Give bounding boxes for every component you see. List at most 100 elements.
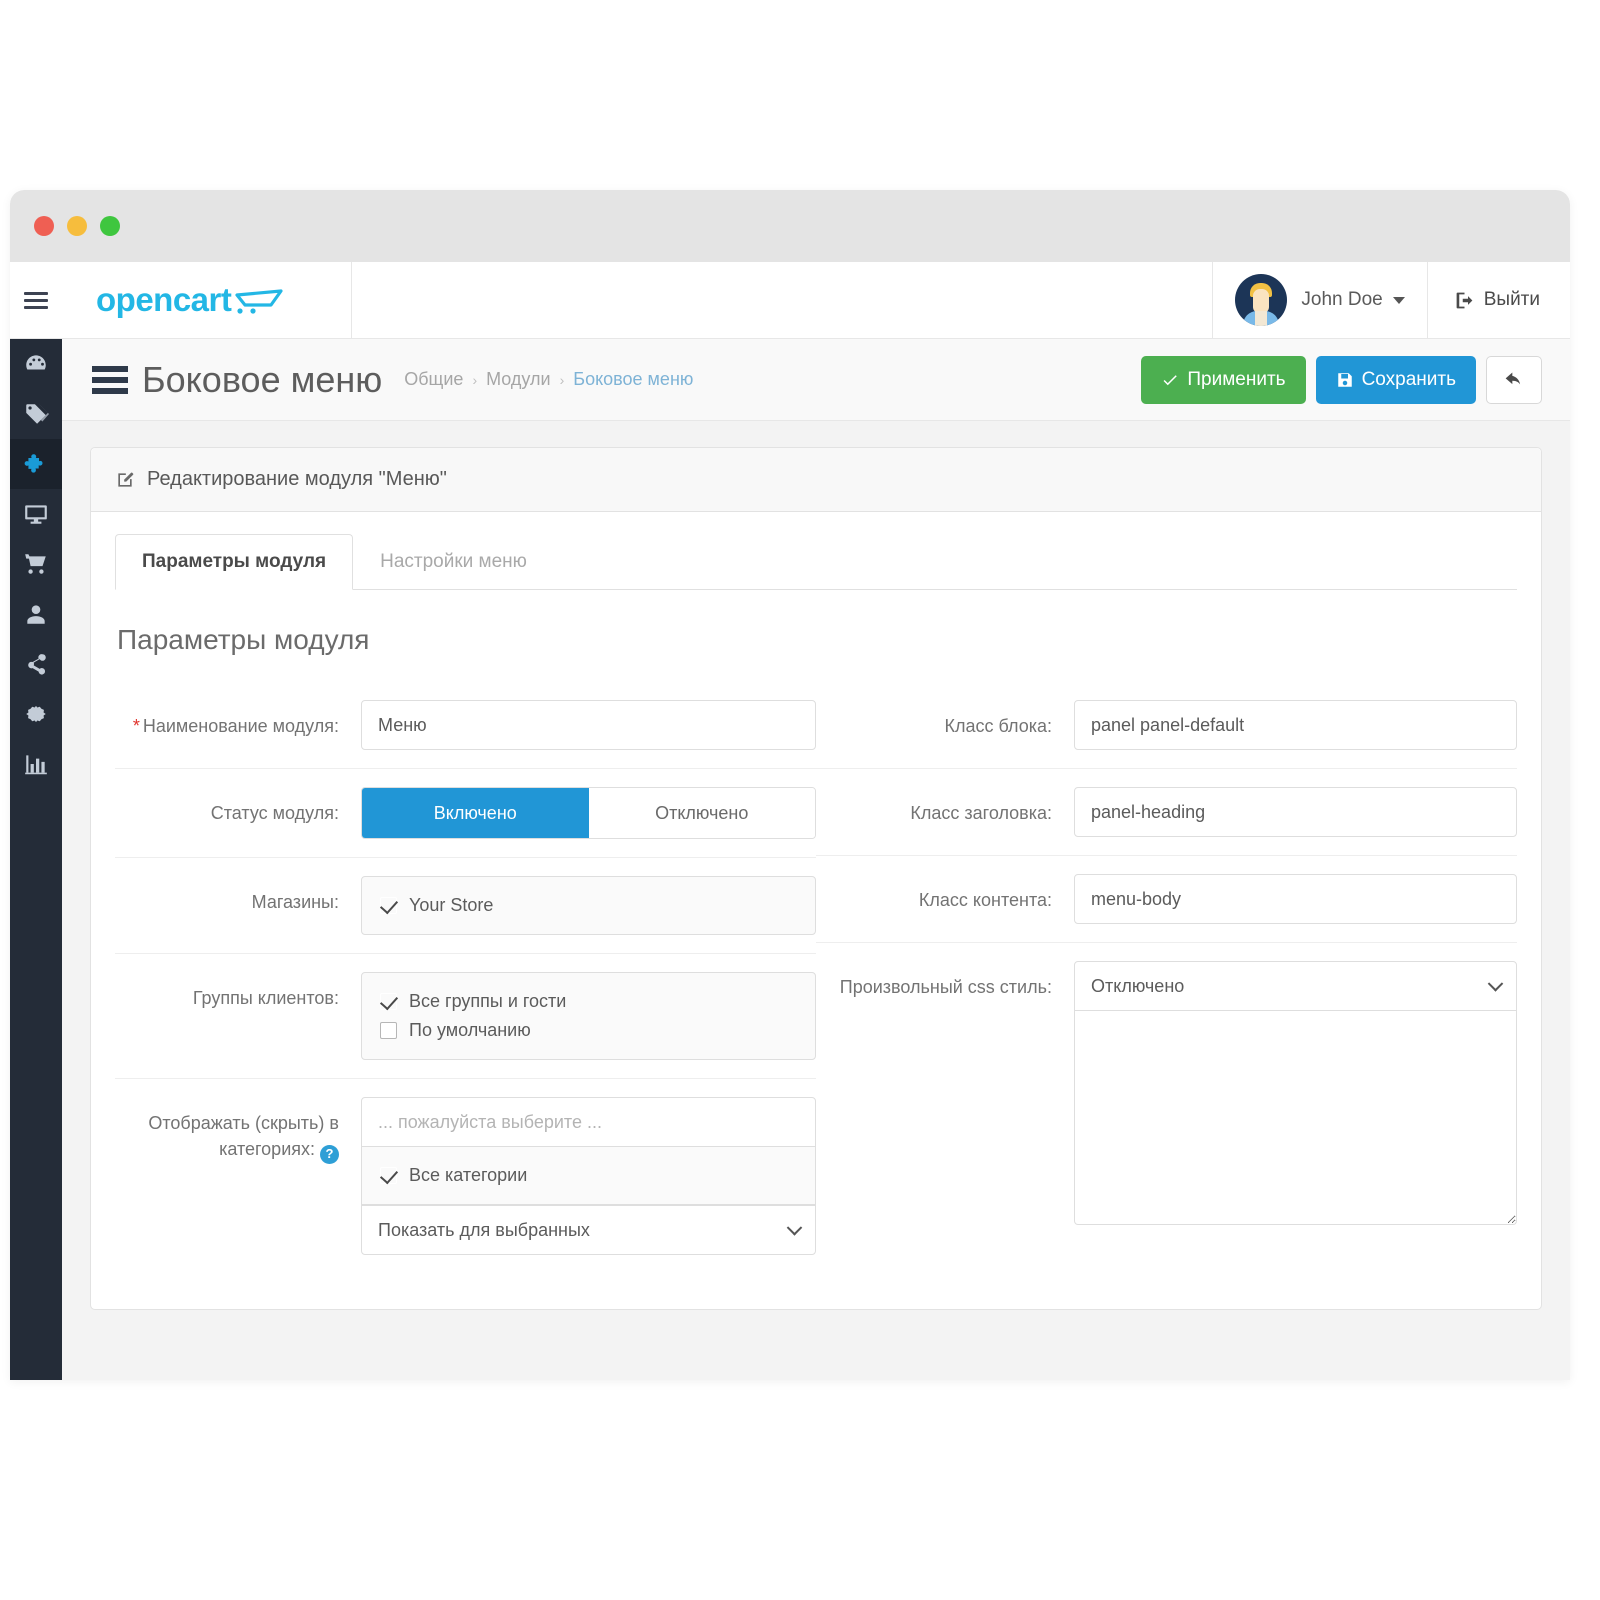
customer-groups-label: Группы клиентов: [192, 988, 339, 1008]
field-control: Все категории Показать для выбранных [361, 1097, 816, 1255]
field-control: Все группы и гости По умолчанию [361, 972, 816, 1060]
module-status-label: Статус модуля: [210, 803, 339, 823]
field-control [1074, 874, 1517, 924]
field-control [1074, 787, 1517, 837]
logout-label: Выйти [1483, 289, 1540, 310]
categories-checkbox-list: Все категории [361, 1147, 816, 1205]
status-option-enabled[interactable]: Включено [362, 788, 589, 838]
categories-label: Отображать (скрыть) в категориях:? [115, 1097, 361, 1165]
categories-label-line2: категориях: [219, 1139, 315, 1160]
custom-css-textarea[interactable] [1074, 1011, 1517, 1225]
categories-label-line1: Отображать (скрыть) в [148, 1113, 339, 1133]
shopping-cart-icon [25, 554, 46, 574]
categories-mode-select[interactable]: Показать для выбранных [361, 1205, 816, 1255]
checkbox-label: Все группы и гости [409, 991, 567, 1011]
share-icon [28, 654, 46, 675]
module-name-input[interactable] [361, 700, 816, 750]
field-module-status: Статус модуля: Включено Отключено [115, 768, 816, 857]
question-mark-icon[interactable]: ? [320, 1145, 339, 1165]
page-title: Боковое меню [142, 358, 383, 400]
field-stores: Магазины: Your Store [115, 857, 816, 953]
brand-logo[interactable]: opencart [62, 262, 352, 338]
floppy-disk-icon [1337, 372, 1352, 387]
custom-css-label: Произвольный css стиль: [839, 977, 1052, 997]
checkbox-icon [380, 1167, 397, 1184]
field-label: * Наименование модуля: [115, 700, 361, 739]
sidebar-item-customers[interactable] [10, 589, 62, 639]
user-icon [27, 605, 45, 624]
undo-arrow-icon [1505, 372, 1521, 384]
panel-wrapper: Редактирование модуля "Меню" Параметры м… [62, 421, 1570, 1310]
status-option-disabled[interactable]: Отключено [588, 788, 815, 838]
sidebar [10, 262, 62, 1380]
save-button[interactable]: Сохранить [1315, 355, 1476, 404]
sidebar-item-sales[interactable] [10, 539, 62, 589]
user-menu[interactable]: John Doe [1212, 262, 1426, 338]
breadcrumb-item-1[interactable]: Модули [486, 369, 550, 390]
heading-class-input[interactable] [1074, 787, 1517, 837]
field-customer-groups: Группы клиентов: Все группы и гости По у… [115, 953, 816, 1078]
sidebar-item-catalog[interactable] [10, 389, 62, 439]
tab-menu-settings[interactable]: Настройки меню [353, 534, 554, 590]
window-close-button[interactable] [34, 216, 54, 236]
sidebar-item-design[interactable] [10, 489, 62, 539]
sidebar-menu-toggle[interactable] [10, 262, 62, 339]
sidebar-item-marketing[interactable] [10, 639, 62, 689]
avatar [1235, 274, 1288, 326]
save-label: Сохранить [1361, 368, 1456, 390]
field-custom-css: Произвольный css стиль: Отключено [816, 942, 1517, 1248]
form-columns: *Наименование модуля: Статус модуля: [115, 682, 1517, 1273]
sidebar-item-dashboard[interactable] [10, 339, 62, 389]
checkbox-your-store[interactable]: Your Store [380, 891, 797, 920]
categories-search-input[interactable] [361, 1097, 816, 1147]
check-icon [1163, 374, 1178, 385]
checkbox-all-categories[interactable]: Все категории [380, 1161, 797, 1190]
user-name: John Doe [1301, 289, 1383, 310]
custom-css-select[interactable]: Отключено [1074, 961, 1517, 1011]
heading-class-label: Класс заголовка: [910, 803, 1052, 823]
module-edit-panel: Редактирование модуля "Меню" Параметры м… [90, 447, 1542, 1310]
breadcrumb-separator: › [559, 371, 565, 388]
sidebar-item-reports[interactable] [10, 739, 62, 789]
hamburger-icon [24, 291, 48, 309]
panel-heading: Редактирование модуля "Меню" [91, 448, 1541, 512]
field-categories: Отображать (скрыть) в категориях:? ... п… [115, 1078, 816, 1273]
main-content: opencart John Doe Выйти Боковое меню Общ… [62, 262, 1570, 1380]
checkbox-default-group[interactable]: По умолчанию [380, 1016, 797, 1045]
field-control: Включено Отключено [361, 787, 816, 839]
puzzle-piece-icon [24, 454, 43, 473]
module-status-toggle: Включено Отключено [361, 787, 816, 839]
breadcrumb-item-2[interactable]: Боковое меню [573, 369, 693, 390]
stores-checkbox-list: Your Store [361, 876, 816, 935]
sidebar-item-system[interactable] [10, 689, 62, 739]
module-name-label: Наименование модуля: [142, 716, 339, 736]
field-block-class: Класс блока: [816, 682, 1517, 768]
breadcrumb-item-0[interactable]: Общие [404, 369, 463, 390]
block-class-input[interactable] [1074, 700, 1517, 750]
gear-icon [26, 705, 46, 723]
content-class-label: Класс контента: [918, 890, 1052, 910]
hamburger-icon[interactable] [92, 365, 128, 394]
customer-groups-checkbox-list: Все группы и гости По умолчанию [361, 972, 816, 1060]
sidebar-item-extensions[interactable] [10, 439, 62, 489]
categories-mode-select-wrapper: Показать для выбранных [361, 1205, 816, 1255]
checkbox-icon [380, 897, 397, 914]
tab-module-settings[interactable]: Параметры модуля [115, 534, 354, 590]
content-class-input[interactable] [1074, 874, 1517, 924]
bar-chart-icon [25, 755, 47, 775]
form-column-left: *Наименование модуля: Статус модуля: [115, 682, 816, 1273]
checkbox-label: Your Store [409, 895, 494, 915]
app-topbar: opencart John Doe Выйти [62, 262, 1570, 339]
logo-text: opencart [96, 281, 232, 318]
back-button[interactable] [1486, 355, 1542, 404]
header-actions: Применить Сохранить [1141, 355, 1542, 404]
logout-button[interactable]: Выйти [1426, 262, 1570, 338]
checkbox-label: Все категории [409, 1165, 528, 1185]
window-maximize-button[interactable] [100, 216, 120, 236]
tags-icon [26, 404, 49, 424]
apply-button[interactable]: Применить [1141, 355, 1306, 404]
apply-label: Применить [1187, 368, 1286, 390]
window-minimize-button[interactable] [67, 216, 87, 236]
checkbox-all-groups[interactable]: Все группы и гости [380, 987, 797, 1016]
